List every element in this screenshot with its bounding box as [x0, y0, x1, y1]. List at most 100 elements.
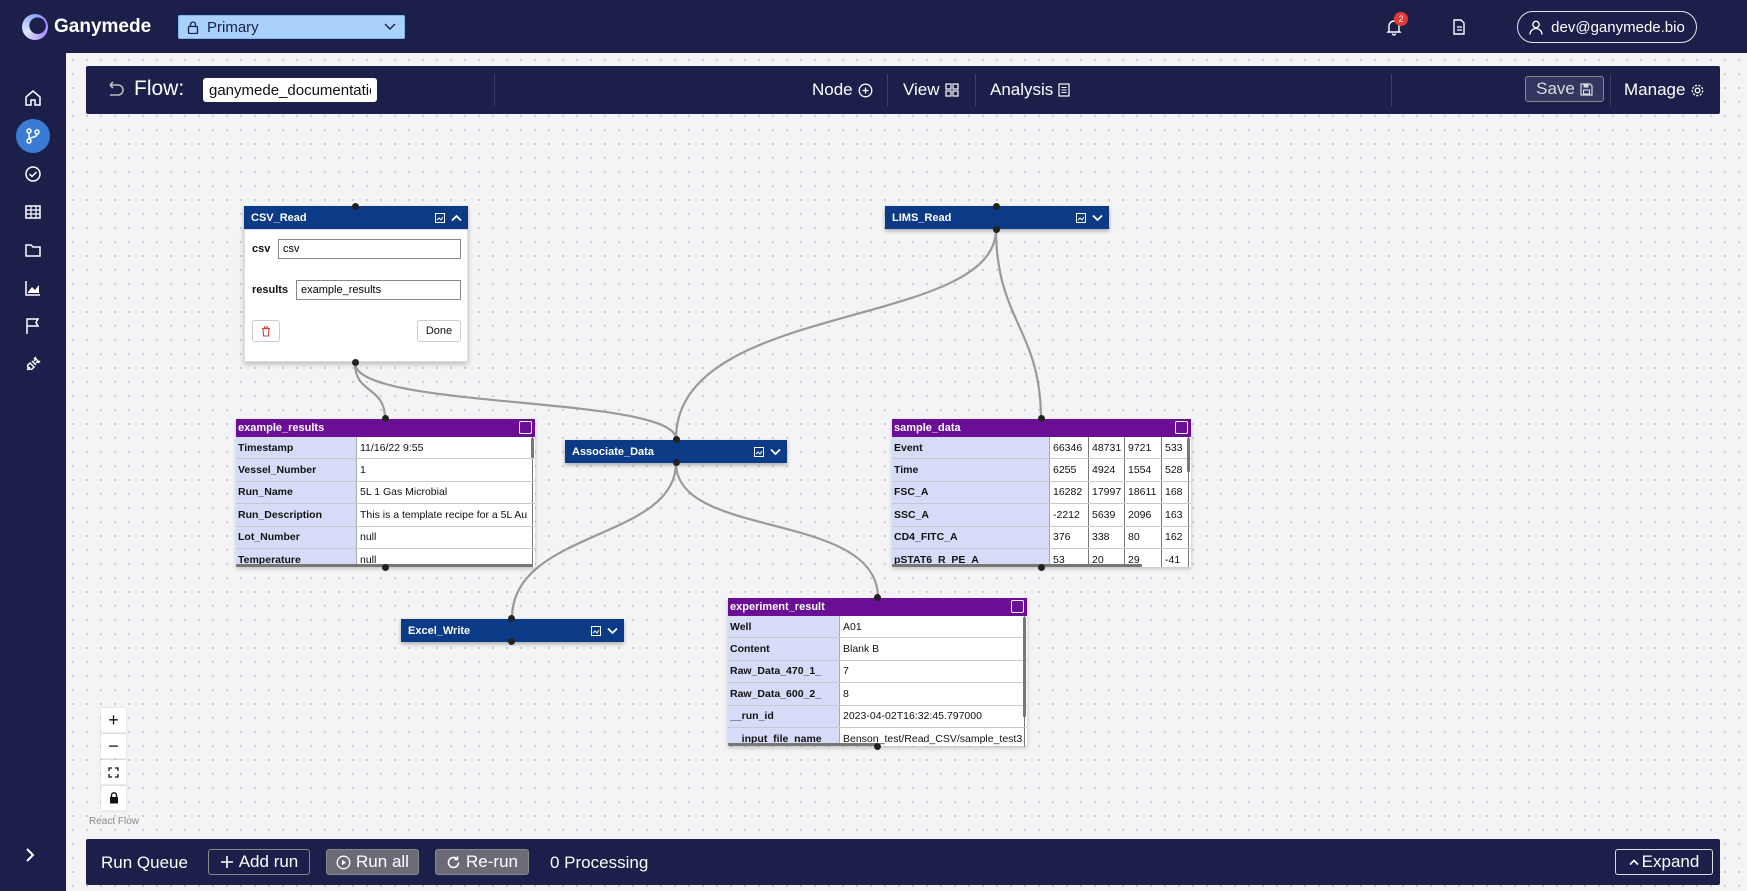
node-input-handle[interactable] [673, 436, 680, 443]
chevron-up-icon[interactable] [451, 214, 462, 222]
zoom-in-button[interactable]: + [101, 708, 126, 733]
chevron-down-icon[interactable] [770, 448, 781, 456]
view-menu[interactable]: View [903, 80, 959, 100]
node-input-handle[interactable] [508, 615, 515, 622]
table-row: Timestamp 11/16/22 9:55 [236, 437, 535, 460]
undo-back-icon[interactable] [104, 79, 126, 101]
table-row: Raw_Data_600_2_ 8 [728, 683, 1027, 706]
save-button[interactable]: Save [1525, 76, 1604, 102]
nav-dashboards[interactable] [16, 271, 50, 305]
row-value: 528 [1162, 459, 1189, 481]
table-row: Content Blank B [728, 638, 1027, 661]
node-output-handle[interactable] [673, 459, 680, 466]
param-input-csv[interactable] [278, 239, 461, 259]
lock-view-button[interactable] [101, 786, 126, 811]
row-key: Run_Name [236, 481, 357, 504]
preview-icon[interactable] [754, 446, 764, 457]
save-label: Save [1536, 79, 1575, 98]
table-row: CD4_FITC_A 376 338 80 162 [892, 526, 1191, 549]
row-value: 6255 [1050, 459, 1089, 481]
expand-run-queue-button[interactable]: Expand [1615, 849, 1713, 875]
table-preview-icon[interactable] [519, 421, 532, 434]
row-value: A01 [840, 616, 1025, 638]
flow-toolbar: Flow: Node View Analysis Save Manage [86, 66, 1720, 114]
row-key: CD4_FITC_A [892, 526, 1050, 548]
horizontal-scrollbar[interactable] [728, 743, 878, 746]
document-icon[interactable] [1450, 18, 1468, 36]
param-label-results: results [252, 284, 289, 296]
nav-home[interactable] [16, 81, 50, 115]
row-value: 17997 [1089, 481, 1125, 504]
preview-icon[interactable] [1076, 212, 1086, 223]
toolbar-divider [975, 74, 976, 106]
ganymede-logo-icon [22, 14, 48, 40]
node-input-handle[interactable] [874, 594, 881, 601]
fit-view-icon [108, 766, 119, 778]
row-value: 5L 1 Gas Microbial [357, 481, 533, 504]
fit-view-button[interactable] [101, 760, 126, 785]
node-output-handle[interactable] [508, 638, 515, 645]
node-output-handle[interactable] [874, 743, 881, 750]
react-flow-attribution[interactable]: React Flow [89, 816, 139, 827]
rerun-button[interactable]: Re-run [435, 849, 529, 875]
nav-flags[interactable] [16, 309, 50, 343]
node-input-handle[interactable] [1038, 415, 1045, 422]
delete-node-button[interactable] [252, 320, 280, 342]
manage-menu[interactable]: Manage [1624, 80, 1705, 100]
node-output-handle[interactable] [1038, 564, 1045, 571]
node-output-handle[interactable] [993, 226, 1000, 233]
node-input-handle[interactable] [352, 203, 359, 210]
chevron-down-icon[interactable] [607, 627, 618, 635]
vertical-scrollbar[interactable] [1187, 438, 1190, 472]
nav-connections[interactable] [16, 347, 50, 381]
table-preview-icon[interactable] [1175, 421, 1188, 434]
table-preview-icon[interactable] [1011, 600, 1024, 613]
preview-icon[interactable] [435, 212, 445, 223]
preview-icon[interactable] [591, 625, 601, 636]
table-title: experiment_result [730, 601, 825, 613]
table-node-sample-data[interactable]: sample_data Event 66346 48731 9721 533 Time 6… [892, 419, 1191, 567]
horizontal-scrollbar[interactable] [892, 564, 1142, 567]
table-row: Time 6255 4924 1554 528 [892, 459, 1191, 482]
done-button[interactable]: Done [417, 320, 461, 342]
analysis-menu[interactable]: Analysis [990, 80, 1070, 100]
table-row: Event 66346 48731 9721 533 [892, 437, 1191, 460]
plus-circle-icon [858, 83, 873, 97]
trash-icon [262, 325, 270, 337]
row-value: 8 [840, 683, 1025, 705]
expand-sidebar-chevron-icon[interactable] [22, 846, 38, 869]
git-branch-icon [26, 128, 40, 144]
table-node-experiment-result[interactable]: experiment_result Well A01 Content Blank B… [728, 598, 1027, 746]
node-input-handle[interactable] [382, 415, 389, 422]
toolbar-divider [887, 74, 888, 106]
param-input-results[interactable] [296, 280, 461, 300]
nav-flows[interactable] [16, 119, 50, 153]
app-logo[interactable]: Ganymede [22, 14, 151, 40]
row-value: This is a template recipe for a 5L Au [357, 504, 533, 526]
table-row: SSC_A -2212 5639 2096 163 [892, 504, 1191, 527]
node-menu[interactable]: Node [812, 80, 873, 100]
node-output-handle[interactable] [382, 564, 389, 571]
flow-name-input[interactable] [203, 78, 377, 102]
table-node-example-results[interactable]: example_results Timestamp 11/16/22 9:55 V… [236, 419, 535, 567]
node-input-handle[interactable] [993, 203, 1000, 210]
toolbar-divider [494, 74, 495, 106]
app-name: Ganymede [54, 16, 152, 37]
run-all-button[interactable]: Run all [326, 849, 419, 875]
add-run-button[interactable]: Add run [208, 849, 310, 875]
top-bar: Ganymede Primary 2 dev@ganymede.bio [0, 0, 1747, 53]
vertical-scrollbar[interactable] [1023, 617, 1026, 717]
vertical-scrollbar[interactable] [531, 438, 534, 458]
table-row: Lot_Number null [236, 526, 535, 549]
zoom-out-button[interactable]: − [101, 734, 126, 759]
nav-files[interactable] [16, 233, 50, 267]
chevron-down-icon[interactable] [1092, 214, 1103, 222]
workspace-selector[interactable]: Primary [178, 15, 405, 39]
user-menu-button[interactable]: dev@ganymede.bio [1517, 11, 1697, 43]
node-output-handle[interactable] [352, 359, 359, 366]
nav-tables[interactable] [16, 195, 50, 229]
nav-runs[interactable] [16, 157, 50, 191]
row-value: 80 [1125, 526, 1162, 548]
workspace-label: Primary [207, 18, 259, 36]
run-all-label: Run all [356, 852, 409, 871]
